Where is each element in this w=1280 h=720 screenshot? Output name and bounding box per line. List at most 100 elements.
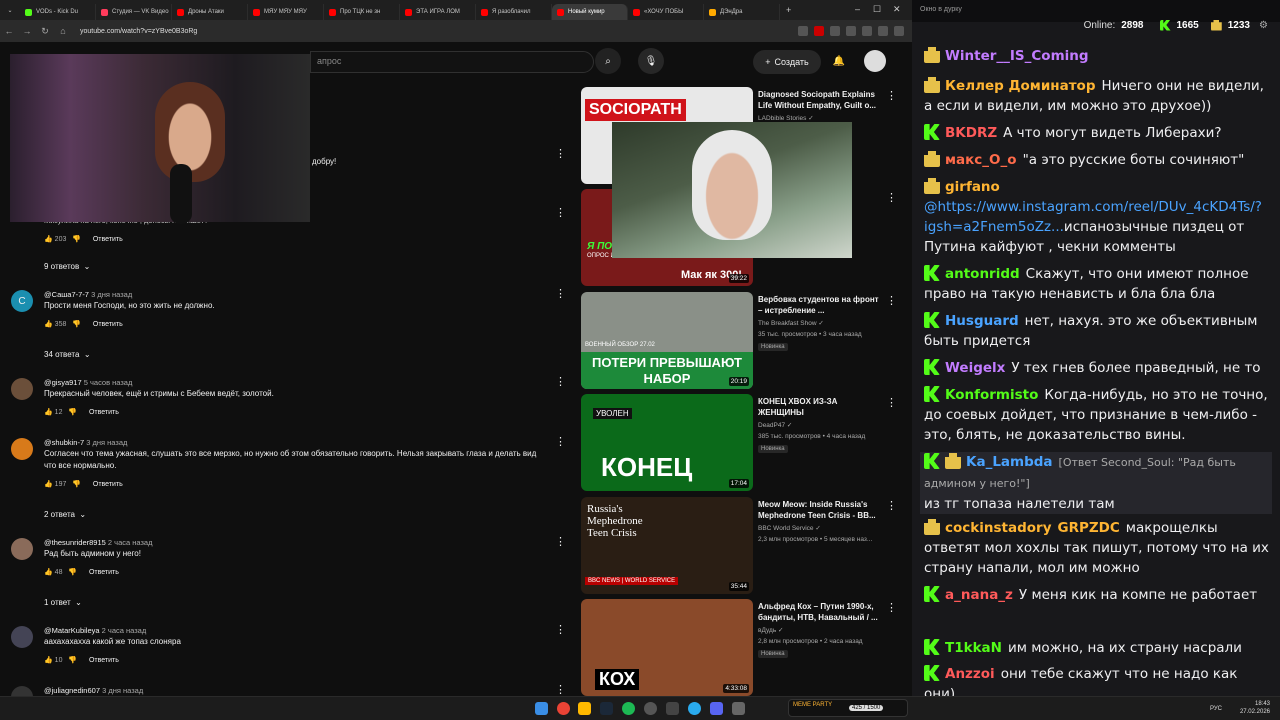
folder-icon[interactable]	[578, 702, 591, 715]
steam-icon[interactable]	[600, 702, 613, 715]
browser-tab[interactable]: Новый кумир	[552, 4, 628, 20]
picture-in-picture-video[interactable]	[612, 122, 852, 258]
related-video-item[interactable]: Russia's Mephedrone Teen Crisis BBC NEWS …	[581, 497, 899, 595]
browser-tab[interactable]: Я разоблачил	[476, 4, 552, 20]
like-icon[interactable]: 👍	[44, 481, 53, 488]
show-replies-button[interactable]: 9 ответов ⌄	[44, 262, 90, 271]
chat-username[interactable]: Weigelx	[945, 360, 1005, 376]
bell-icon[interactable]: 🔔	[826, 48, 852, 74]
download-icon[interactable]	[862, 26, 872, 36]
system-tray[interactable]: РУС 18:43 27.02.2026	[1210, 700, 1270, 716]
browser-tab[interactable]: ЭТА ИГРА ЛОМ	[400, 4, 476, 20]
chat-username[interactable]: Konformisto	[945, 387, 1038, 403]
avatar[interactable]	[11, 686, 33, 696]
reply-button[interactable]: Ответить	[93, 321, 123, 328]
dislike-icon[interactable]: 👎	[68, 569, 77, 576]
more-icon[interactable]: ⋮	[555, 287, 566, 300]
channel-name[interactable]: The Breakfast Show ✓	[758, 319, 824, 327]
related-video-item[interactable]: КОХ 4:33:08 Альфред Кох – Путин 1990-х, ба…	[581, 599, 899, 696]
app-icon[interactable]	[666, 702, 679, 715]
extension-icon[interactable]	[814, 26, 824, 36]
more-icon[interactable]: ⋮	[886, 191, 897, 204]
more-icon[interactable]: ⋮	[886, 396, 897, 409]
reply-button[interactable]: Ответить	[93, 236, 123, 243]
new-tab-icon[interactable]: +	[786, 5, 791, 15]
video-thumbnail[interactable]: КОХ 4:33:08	[581, 599, 753, 696]
meme-party-widget[interactable]: MEME PARTY 425 / 1500	[788, 699, 908, 717]
chat-username[interactable]: Winter__IS_Coming	[945, 48, 1089, 64]
show-replies-button[interactable]: 34 ответа ⌄	[44, 350, 91, 359]
back-icon[interactable]: ←	[0, 26, 18, 36]
channel-name[interactable]: DeadP47 ✓	[758, 421, 792, 429]
more-icon[interactable]: ⋮	[555, 147, 566, 160]
video-title[interactable]: Альфред Кох – Путин 1990-х, бандиты, НТВ…	[758, 601, 884, 623]
video-title[interactable]: Вербовка студентов на фронт – истреблени…	[758, 294, 884, 316]
video-thumbnail[interactable]: УВОЛЕН КОНЕЦ 17:04	[581, 394, 753, 491]
chat-username[interactable]: cockinstadory	[945, 520, 1052, 536]
dislike-icon[interactable]: 👎	[68, 657, 77, 664]
chat-username[interactable]: T1kkaN	[945, 640, 1002, 656]
like-icon[interactable]: 👍	[44, 569, 53, 576]
url-field[interactable]: youtube.com/watch?v=zYBve0B3oRg	[80, 28, 795, 35]
chat-username[interactable]: girfano	[945, 179, 1000, 195]
language-indicator[interactable]: РУС	[1210, 705, 1222, 713]
more-icon[interactable]: ⋮	[886, 601, 897, 614]
comment-author[interactable]: @juliagnedin607 3 дня назад	[44, 686, 143, 695]
video-title[interactable]: КОНЕЦ XBOX ИЗ-ЗА ЖЕНЩИНЫ	[758, 396, 884, 418]
close-icon[interactable]: ✕	[893, 4, 901, 15]
browser-tab[interactable]: VODs - Kick Du	[20, 4, 96, 20]
extension-icon[interactable]	[846, 26, 856, 36]
channel-name[interactable]: LADbible Stories ✓	[758, 114, 814, 122]
browser-tab[interactable]: Дроны Атаки	[172, 4, 248, 20]
channel-name[interactable]: вДудь ✓	[758, 626, 783, 634]
settings-icon[interactable]: ⚙	[1259, 20, 1268, 31]
comment-author[interactable]: @thesunrider8915 2 часа назад	[44, 538, 152, 547]
maximize-icon[interactable]: ☐	[873, 4, 881, 15]
reload-icon[interactable]: ↻	[36, 26, 54, 37]
reply-button[interactable]: Ответить	[89, 657, 119, 664]
browser-tab[interactable]: Про ТЦК не зн	[324, 4, 400, 20]
spotify-icon[interactable]	[622, 702, 635, 715]
chat-mention[interactable]: GRPZDC	[1058, 520, 1120, 536]
create-button[interactable]: + Создать	[753, 50, 821, 74]
chat-username[interactable]: Келлер Доминатор	[945, 78, 1095, 94]
avatar[interactable]: С	[11, 290, 33, 312]
show-replies-button[interactable]: 2 ответа ⌄	[44, 510, 86, 519]
video-thumbnail[interactable]: Russia's Mephedrone Teen Crisis BBC NEWS …	[581, 497, 753, 594]
discord-icon[interactable]	[710, 702, 723, 715]
extension-icon[interactable]	[798, 26, 808, 36]
profile-icon[interactable]	[878, 26, 888, 36]
browser-tab[interactable]: ДЭнДра	[704, 4, 780, 20]
avatar[interactable]	[864, 50, 886, 72]
browser-tab[interactable]: «ХОЧУ ПОБЫ	[628, 4, 704, 20]
search-icon[interactable]: ⌕	[595, 48, 621, 74]
dislike-icon[interactable]: 👎	[68, 409, 77, 416]
chat-username[interactable]: a_nana_z	[945, 587, 1013, 603]
more-icon[interactable]: ⋮	[555, 435, 566, 448]
chat-username[interactable]: Ka_Lambda	[966, 454, 1053, 470]
app-icon[interactable]	[732, 702, 745, 715]
mic-icon[interactable]: 🎙	[638, 48, 664, 74]
more-icon[interactable]: ⋮	[886, 499, 897, 512]
home-icon[interactable]: ⌂	[54, 26, 72, 36]
browser-tab[interactable]: МЯУ МЯУ МЯУ	[248, 4, 324, 20]
video-title[interactable]: Meow Meow: Inside Russia's Mephedrone Te…	[758, 499, 884, 521]
more-icon[interactable]: ⋮	[555, 623, 566, 636]
avatar[interactable]	[11, 378, 33, 400]
obs-icon[interactable]	[644, 702, 657, 715]
more-icon[interactable]: ⋮	[555, 206, 566, 219]
comment-author[interactable]: @MatarKubileya 2 часа назад	[44, 626, 146, 635]
reply-button[interactable]: Ответить	[89, 409, 119, 416]
more-icon[interactable]: ⋮	[886, 89, 897, 102]
tab-menu-icon[interactable]: ⌄	[0, 7, 20, 14]
reply-button[interactable]: Ответить	[93, 481, 123, 488]
chat-username[interactable]: макс_О_о	[945, 152, 1017, 168]
reply-button[interactable]: Ответить	[89, 569, 119, 576]
like-icon[interactable]: 👍	[44, 657, 53, 664]
like-icon[interactable]: 👍	[44, 321, 53, 328]
show-replies-button[interactable]: 1 ответ ⌄	[44, 598, 82, 607]
forward-icon[interactable]: →	[18, 26, 36, 36]
chat-username[interactable]: Anzzoi	[945, 666, 995, 682]
video-title[interactable]: Diagnosed Sociopath Explains Life Withou…	[758, 89, 884, 111]
chat-username[interactable]: BKDRZ	[945, 125, 997, 141]
